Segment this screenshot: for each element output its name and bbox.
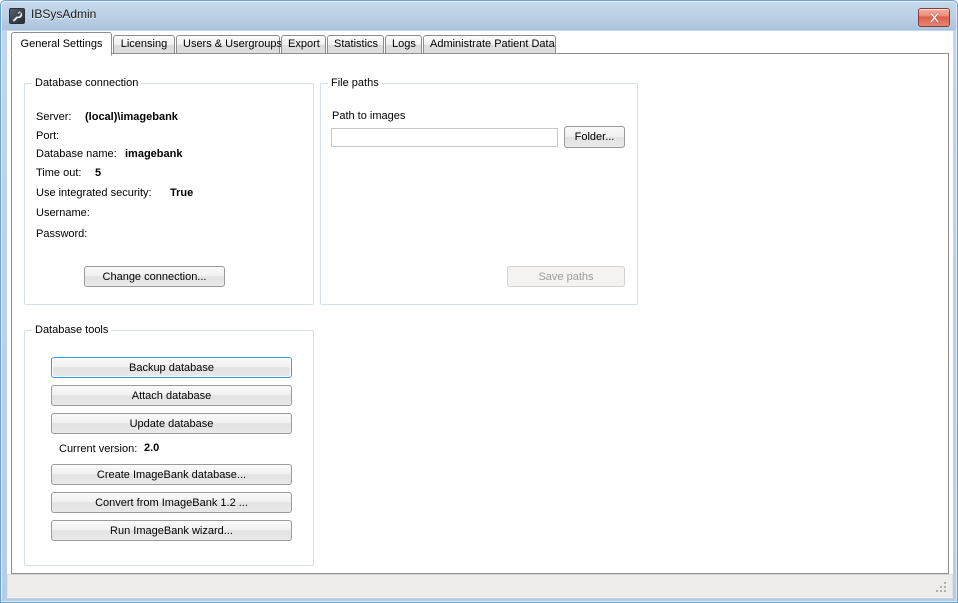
tab-administrate-patient-data[interactable]: Administrate Patient Data xyxy=(423,35,556,54)
folder-button[interactable]: Folder... xyxy=(564,126,625,148)
path-to-images-input[interactable] xyxy=(331,128,558,147)
database-connection-group-title: Database connection xyxy=(32,77,142,89)
server-value: (local)\imagebank xyxy=(85,111,178,123)
tab-logs[interactable]: Logs xyxy=(385,35,422,54)
database-tools-group-title: Database tools xyxy=(32,324,112,336)
backup-database-button[interactable]: Backup database xyxy=(51,357,292,378)
port-label: Port: xyxy=(36,130,60,142)
create-imagebank-database-button[interactable]: Create ImageBank database... xyxy=(51,464,292,485)
database-tools-group: Database tools Backup database Attach da… xyxy=(24,324,314,566)
tab-statistics[interactable]: Statistics xyxy=(327,35,384,54)
time-out-value: 5 xyxy=(95,167,102,179)
database-connection-group: Database connection Server: (local)\imag… xyxy=(24,77,314,305)
tab-users-usergroups[interactable]: Users & Usergroups xyxy=(176,35,282,54)
resize-grip-icon[interactable] xyxy=(936,581,949,594)
application-window: IBSysAdmin General Settings Licensing Us… xyxy=(0,0,958,603)
window-title: IBSysAdmin xyxy=(31,7,97,21)
use-integrated-security-label: Use integrated security: xyxy=(36,187,152,199)
file-paths-group: File paths Path to images Folder... Save… xyxy=(320,77,638,305)
run-imagebank-wizard-button[interactable]: Run ImageBank wizard... xyxy=(51,520,292,541)
change-connection-button[interactable]: Change connection... xyxy=(84,266,225,287)
database-name-label: Database name: xyxy=(36,148,117,160)
current-version-value: 2.0 xyxy=(144,442,160,454)
client-area: General Settings Licensing Users & Userg… xyxy=(7,31,953,598)
close-button[interactable] xyxy=(918,8,950,27)
attach-database-button[interactable]: Attach database xyxy=(51,385,292,406)
tab-export[interactable]: Export xyxy=(281,35,326,54)
current-version-label: Current version: xyxy=(59,443,138,455)
database-name-value: imagebank xyxy=(125,148,183,160)
status-bar xyxy=(7,574,953,597)
use-integrated-security-value: True xyxy=(170,187,194,199)
title-bar: IBSysAdmin xyxy=(2,2,956,30)
wrench-icon xyxy=(9,8,25,24)
password-label: Password: xyxy=(36,228,88,240)
file-paths-group-title: File paths xyxy=(328,77,382,89)
time-out-label: Time out: xyxy=(36,167,82,179)
username-label: Username: xyxy=(36,207,90,219)
server-label: Server: xyxy=(36,111,72,123)
tab-content-panel: Database connection Server: (local)\imag… xyxy=(11,53,949,574)
tab-strip: General Settings Licensing Users & Userg… xyxy=(11,32,951,56)
tab-licensing[interactable]: Licensing xyxy=(113,35,175,54)
save-paths-button[interactable]: Save paths xyxy=(507,266,625,287)
convert-from-imagebank-button[interactable]: Convert from ImageBank 1.2 ... xyxy=(51,492,292,513)
tab-general-settings[interactable]: General Settings xyxy=(11,32,112,56)
update-database-button[interactable]: Update database xyxy=(51,413,292,434)
path-to-images-label: Path to images xyxy=(332,110,406,122)
